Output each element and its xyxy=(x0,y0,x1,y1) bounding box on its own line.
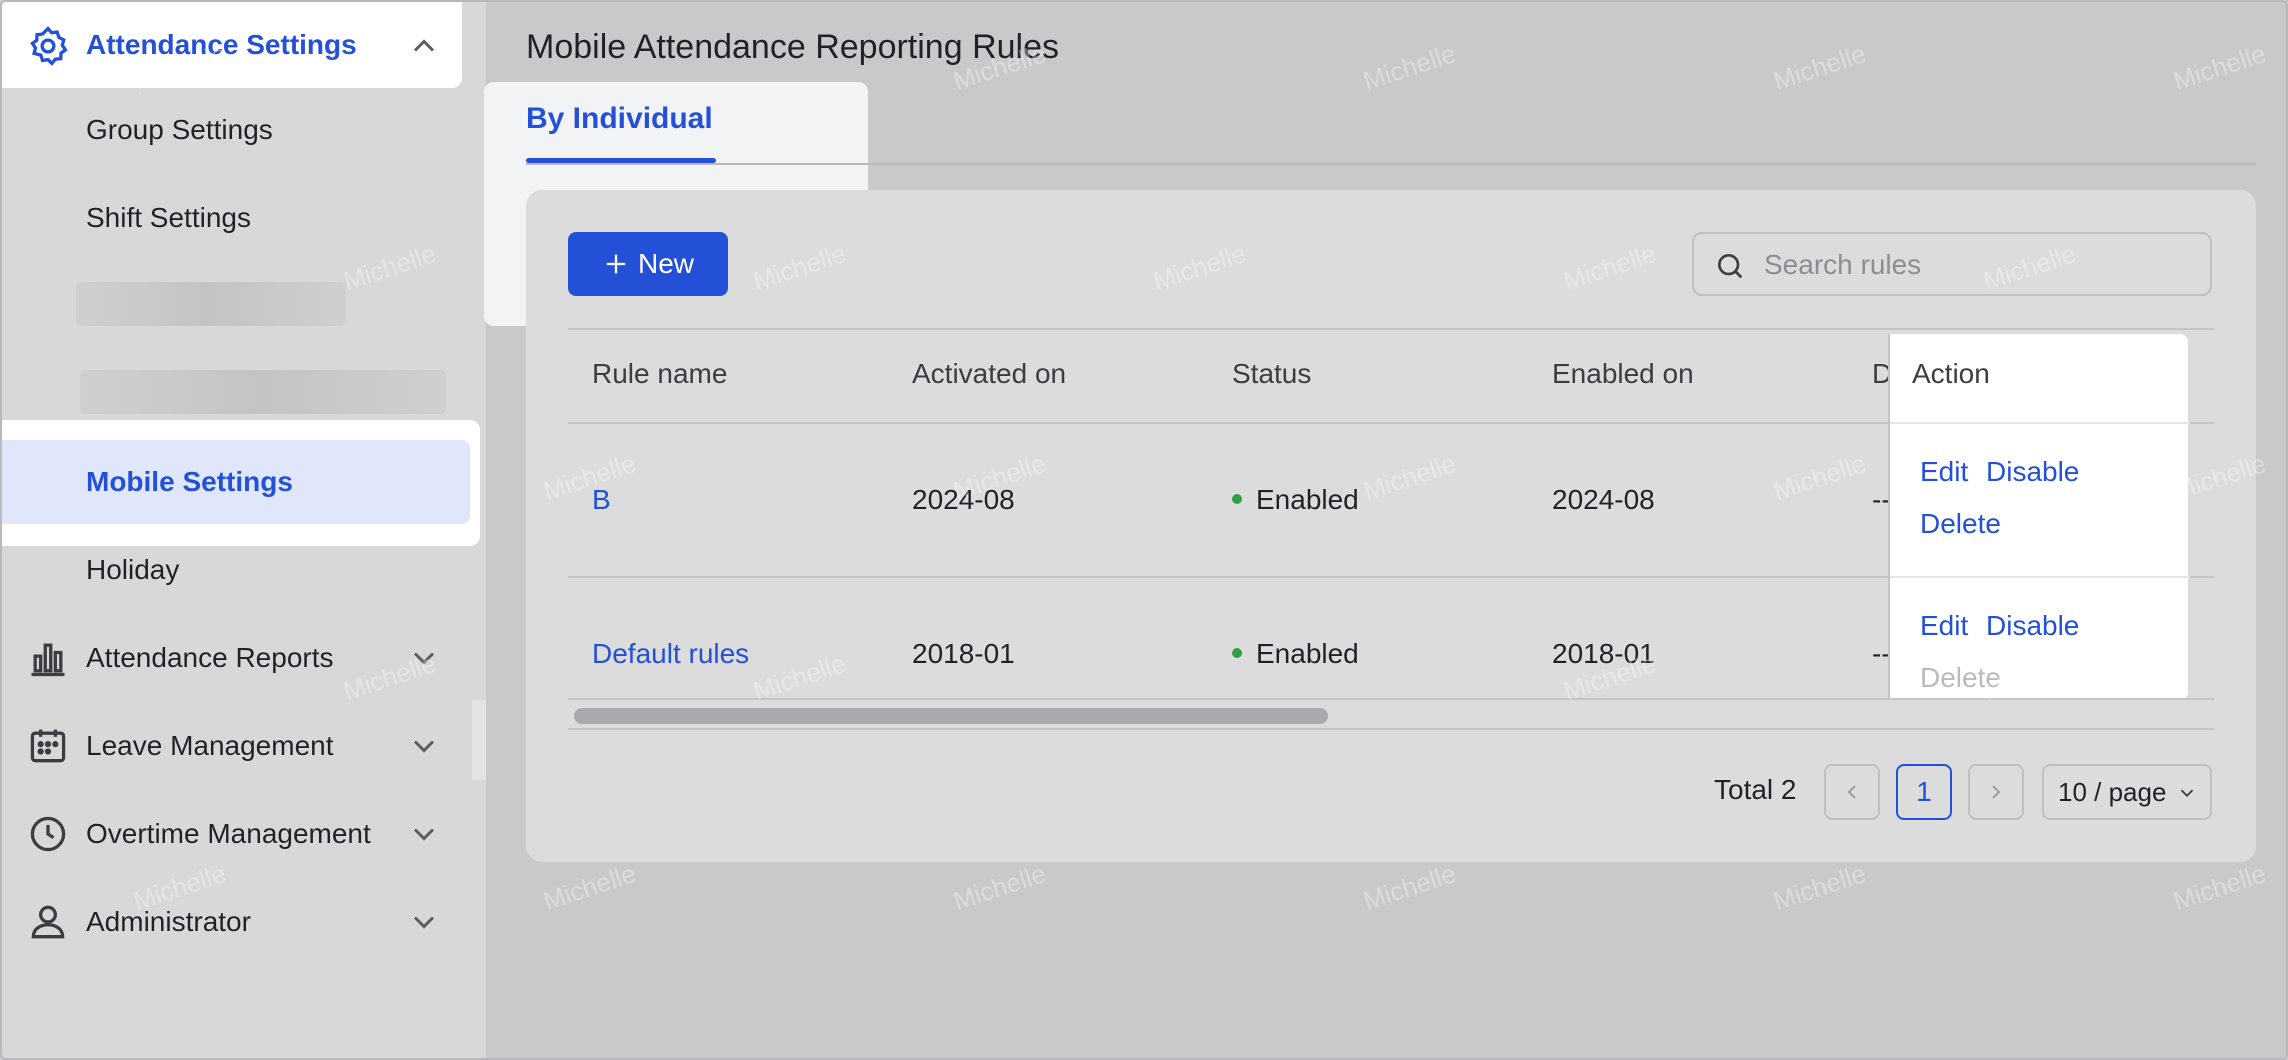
new-rule-button[interactable]: New xyxy=(568,232,728,296)
status-dot-icon xyxy=(1232,647,1242,658)
sidebar-item-label: Leave Management xyxy=(86,730,334,761)
status-text: Enabled xyxy=(1256,638,1359,669)
sidebar-item-leave-management[interactable]: Leave Management xyxy=(2,702,486,790)
page-title: Mobile Attendance Reporting Rules xyxy=(526,28,1059,66)
user-icon xyxy=(31,905,65,939)
app-window: Attendance Settings Group Settings Shift… xyxy=(0,0,2288,1060)
sidebar-item-label: Group Settings xyxy=(86,114,273,145)
search-box[interactable] xyxy=(1692,232,2212,296)
action-divider xyxy=(1890,422,2190,424)
next-page-button[interactable] xyxy=(1968,764,2024,820)
blurred-item-placeholder xyxy=(76,282,346,326)
activated-on-cell: 2018-01 xyxy=(912,638,1015,669)
chevron-up-icon[interactable] xyxy=(406,28,442,64)
chevron-down-icon[interactable] xyxy=(406,816,442,852)
sidebar-item-shift-settings[interactable]: Shift Settings xyxy=(2,174,486,262)
sidebar-item-label: Attendance Settings xyxy=(86,29,357,60)
chevron-left-icon xyxy=(1847,785,1856,799)
column-header-activated-on: Activated on xyxy=(912,358,1067,389)
sidebar-item-label: Mobile Settings xyxy=(86,466,293,497)
table-footer-border xyxy=(568,728,2214,730)
disable-button[interactable]: Disable xyxy=(1986,610,2079,642)
column-header-enabled-on: Enabled on xyxy=(1552,358,1694,389)
sidebar-item-attendance-settings[interactable]: Attendance Settings xyxy=(2,2,462,88)
calendar-icon xyxy=(30,729,66,763)
table-bottom-divider xyxy=(568,698,2214,700)
action-divider xyxy=(1890,576,2190,578)
sidebar-item-group-settings[interactable]: Group Settings xyxy=(2,86,486,174)
status-text: Enabled xyxy=(1256,484,1359,515)
table-top-border xyxy=(568,328,2214,330)
tab-by-individual[interactable]: By Individual xyxy=(526,102,713,136)
chevron-down-icon[interactable] xyxy=(406,904,442,940)
sidebar-item-holiday[interactable]: Holiday xyxy=(2,526,486,614)
new-button-label: New xyxy=(637,248,694,279)
sidebar-item-label: Administrator xyxy=(86,906,251,937)
rule-name-link[interactable]: Default rules xyxy=(592,638,749,670)
sidebar-item-mobile-settings[interactable]: Mobile Settings xyxy=(2,438,486,526)
delete-button[interactable]: Delete xyxy=(1920,508,2001,540)
prev-page-button[interactable] xyxy=(1824,764,1880,820)
column-header-rule-name: Rule name xyxy=(592,358,728,389)
gear-icon xyxy=(30,26,68,66)
column-header-status: Status xyxy=(1232,358,1312,389)
page-button-current[interactable]: 1 xyxy=(1896,764,1952,820)
rule-name-link[interactable]: B xyxy=(592,484,611,516)
sidebar-item-attendance-reports[interactable]: Attendance Reports xyxy=(2,614,486,702)
sidebar: Attendance Settings Group Settings Shift… xyxy=(2,2,486,1058)
column-header-action: Action xyxy=(1912,358,1990,389)
search-input[interactable] xyxy=(1764,246,2184,284)
sidebar-item-label: Overtime Management xyxy=(86,818,371,849)
sidebar-item-label: Holiday xyxy=(86,554,180,585)
enabled-on-cell: 2018-01 xyxy=(1552,638,1655,669)
action-column: Action Edit Disable Delete Edit Disable … xyxy=(1888,334,2190,700)
status-dot-icon xyxy=(1232,493,1242,504)
sidebar-item-administrator[interactable]: Administrator xyxy=(2,878,486,966)
clock-icon xyxy=(30,816,66,852)
blurred-item-placeholder xyxy=(80,370,446,414)
active-tab-indicator xyxy=(526,158,716,163)
activated-on-cell: 2024-08 xyxy=(912,484,1015,515)
edit-button[interactable]: Edit xyxy=(1920,610,1968,642)
status-cell: Enabled xyxy=(1232,484,1359,516)
total-count: Total 2 xyxy=(1714,774,1797,805)
chevron-down-icon[interactable] xyxy=(406,728,442,764)
page-size-value: 10 / page xyxy=(2058,776,2167,807)
chevron-down-icon[interactable] xyxy=(406,640,442,676)
search-icon xyxy=(1718,254,1743,279)
page-size-select[interactable]: 10 / page xyxy=(2042,764,2212,820)
bar-chart-icon xyxy=(31,643,65,677)
horizontal-scrollbar[interactable] xyxy=(574,708,1328,724)
sidebar-item-overtime-management[interactable]: Overtime Management xyxy=(2,790,486,878)
disable-button[interactable]: Disable xyxy=(1986,456,2079,488)
chevron-right-icon xyxy=(1992,785,2001,799)
tab-divider xyxy=(526,163,2256,165)
plus-icon xyxy=(606,254,626,274)
edit-button[interactable]: Edit xyxy=(1920,456,1968,488)
enabled-on-cell: 2024-08 xyxy=(1552,484,1655,515)
status-cell: Enabled xyxy=(1232,638,1359,670)
sidebar-item-label: Attendance Reports xyxy=(86,642,334,673)
chevron-down-icon xyxy=(2180,789,2194,798)
sidebar-item-label: Shift Settings xyxy=(86,202,251,233)
delete-button-disabled: Delete xyxy=(1920,662,2001,693)
